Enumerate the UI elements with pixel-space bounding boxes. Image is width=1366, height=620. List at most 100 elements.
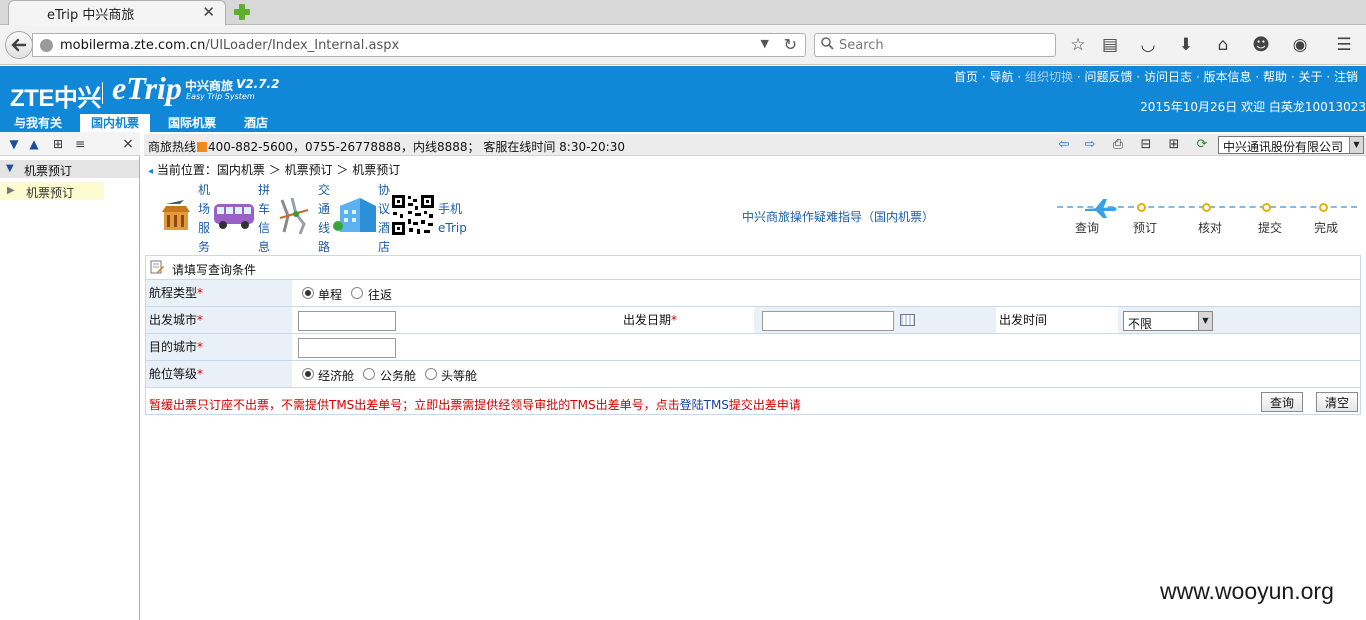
refresh-icon[interactable]: ⟳ [1194, 137, 1210, 153]
tms-login-link[interactable]: 登陆TMS [680, 398, 729, 412]
link-nav[interactable]: 导航 [989, 70, 1013, 84]
search-form: 请填写查询条件 航程类型* 单程 往返 出发城市* 出发日期* 出发时间 不限 … [145, 255, 1361, 415]
cabin-row: 舱位等级* 经济舱 公务舱 头等舱 [146, 360, 1360, 387]
link-airport-service[interactable]: 机场服务 [198, 181, 212, 257]
sidebar-section-header[interactable]: ▼ 机票预订 [0, 160, 139, 178]
top-links: 首页 · 导航 · 组织切换 · 问题反馈 · 访问日志 · 版本信息 · 帮助… [953, 70, 1358, 84]
location-icon: ◂ [148, 166, 154, 177]
url-bar[interactable]: mobilerma.zte.com.cn/UILoader/Index_Inte… [32, 33, 806, 57]
link-logout[interactable]: 注销 [1334, 70, 1358, 84]
welcome-text: 欢迎 白英龙10013023 [1241, 100, 1366, 114]
addon-icon[interactable]: ◉ [1290, 35, 1310, 55]
step-submit: 提交 [1258, 221, 1283, 235]
close-icon[interactable]: × [120, 136, 136, 152]
reading-list-icon[interactable]: ▤ [1100, 35, 1120, 55]
list-icon[interactable]: ≡ [72, 136, 88, 152]
radio-round-trip[interactable] [351, 287, 363, 299]
tab-domestic-flights[interactable]: 国内机票 [80, 114, 150, 132]
chevron-down-icon: ▼ [1198, 312, 1212, 330]
print-icon[interactable]: ⎙ [1110, 137, 1126, 153]
dest-city-label: 目的城市* [146, 334, 292, 360]
maximize-icon[interactable]: ⊞ [1166, 137, 1182, 153]
pocket-icon[interactable]: ◡ [1138, 35, 1158, 55]
url-text: mobilerma.zte.com.cn/UILoader/Index_Inte… [60, 38, 400, 53]
etrip-logo: eTrip [112, 70, 182, 106]
hotline: 商旅热线 400-882-5600，0755-26778888，内线8888； 客… [148, 140, 625, 154]
link-mobile-etrip[interactable]: 手机 eTrip [438, 200, 474, 238]
chevron-down-icon: ▼ [1349, 137, 1363, 153]
browser-nav-bar: mobilerma.zte.com.cn/UILoader/Index_Inte… [0, 25, 1366, 65]
link-version[interactable]: 版本信息 [1203, 70, 1251, 84]
query-button[interactable]: 查询 [1261, 392, 1303, 412]
link-switch-org[interactable]: 组织切换 [1025, 70, 1073, 84]
brand-version: V2.7.2 [236, 77, 280, 91]
breadcrumb: ◂ 当前位置：国内机票 ＞ 机票预订 ＞ 机票预订 [148, 163, 401, 177]
link-about[interactable]: 关于 [1298, 70, 1322, 84]
step-query: 查询 [1075, 221, 1100, 235]
link-help[interactable]: 帮助 [1263, 70, 1287, 84]
link-home[interactable]: 首页 [954, 70, 978, 84]
back-button[interactable] [5, 31, 33, 59]
arrow-right-nav-icon[interactable]: ⇨ [1082, 137, 1098, 153]
depart-city-input[interactable] [298, 311, 396, 331]
depart-date-input[interactable] [762, 311, 894, 331]
bookmark-star-icon[interactable]: ☆ [1068, 35, 1088, 55]
chat-icon[interactable]: ☻ [1251, 35, 1271, 55]
link-access-log[interactable]: 访问日志 [1144, 70, 1192, 84]
site-header: ZTE中兴 eTrip 中兴商旅 V2.7.2 Easy Trip System… [0, 66, 1366, 132]
zte-logo: ZTE中兴 [10, 85, 101, 112]
arrow-left-icon[interactable]: ⇦ [1056, 137, 1072, 153]
tab-related[interactable]: 与我有关 [4, 114, 72, 132]
link-partner-hotels[interactable]: 协议酒店 [378, 181, 392, 257]
expand-all-icon[interactable]: ⊞ [50, 136, 66, 152]
sidebar-item-flight-booking[interactable]: ▶ 机票预订 [0, 182, 104, 200]
link-feedback[interactable]: 问题反馈 [1084, 70, 1132, 84]
step-dot [1319, 203, 1328, 212]
search-input[interactable]: Search [814, 33, 1056, 57]
arrow-right-icon: ▶ [7, 185, 15, 196]
minimize-icon[interactable]: ⊟ [1138, 137, 1154, 153]
collapse-down-icon[interactable]: ▼ [6, 136, 22, 152]
phone-icon [197, 142, 208, 152]
reload-icon[interactable]: ↻ [784, 35, 797, 54]
step-verify: 核对 [1198, 221, 1223, 235]
user-info: 2015年10月26日 欢迎 白英龙10013023 [1140, 98, 1366, 115]
depart-date-label: 出发日期* [620, 307, 754, 333]
menu-icon[interactable]: ☰ [1334, 35, 1354, 55]
clear-button[interactable]: 清空 [1316, 392, 1358, 412]
sidebar-toolbar: ▼ ▲ ⊞ ≡ × [0, 132, 140, 156]
route-map-icon [279, 197, 309, 235]
cabin-options: 经济舱 公务舱 头等舱 [292, 361, 1360, 387]
trip-type-row: 航程类型* 单程 往返 [146, 279, 1360, 306]
browser-tab[interactable]: eTrip 中兴商旅 ✕ [8, 0, 226, 25]
dest-city-input[interactable] [298, 338, 396, 358]
download-icon[interactable]: ⬇ [1176, 35, 1196, 55]
step-complete: 完成 [1314, 221, 1339, 235]
tab-international-flights[interactable]: 国际机票 [157, 114, 227, 132]
step-dot [1202, 203, 1211, 212]
radio-economy[interactable] [302, 368, 314, 380]
radio-business[interactable] [363, 368, 375, 380]
tab-hotel[interactable]: 酒店 [234, 114, 278, 132]
radio-one-way[interactable] [302, 287, 314, 299]
link-carpool-info[interactable]: 拼车信息 [258, 181, 272, 257]
qr-code-icon [391, 194, 435, 236]
guide-link[interactable]: 中兴商旅操作疑难指导（国内机票） [742, 208, 934, 225]
section-expanded-icon: ▼ [6, 163, 14, 174]
home-icon[interactable]: ⌂ [1213, 35, 1233, 55]
link-transit-routes[interactable]: 交通线路 [318, 181, 332, 257]
url-dropdown-icon[interactable]: ▼ [761, 37, 769, 50]
tab-close-icon[interactable]: ✕ [202, 3, 215, 21]
step-dot [1262, 203, 1271, 212]
trip-type-options: 单程 往返 [292, 280, 1360, 306]
radio-first[interactable] [425, 368, 437, 380]
depart-city-label: 出发城市* [146, 307, 292, 333]
company-select[interactable]: 中兴通讯股份有限公司 ▼ [1218, 136, 1364, 154]
edit-form-icon [150, 260, 164, 274]
calendar-icon[interactable] [900, 314, 915, 326]
brand-subtitle: Easy Trip System [186, 92, 255, 101]
new-tab-icon[interactable] [232, 2, 252, 22]
depart-time-select[interactable]: 不限 ▼ [1123, 311, 1213, 331]
collapse-up-icon[interactable]: ▲ [26, 136, 42, 152]
step-book: 预订 [1133, 221, 1158, 235]
